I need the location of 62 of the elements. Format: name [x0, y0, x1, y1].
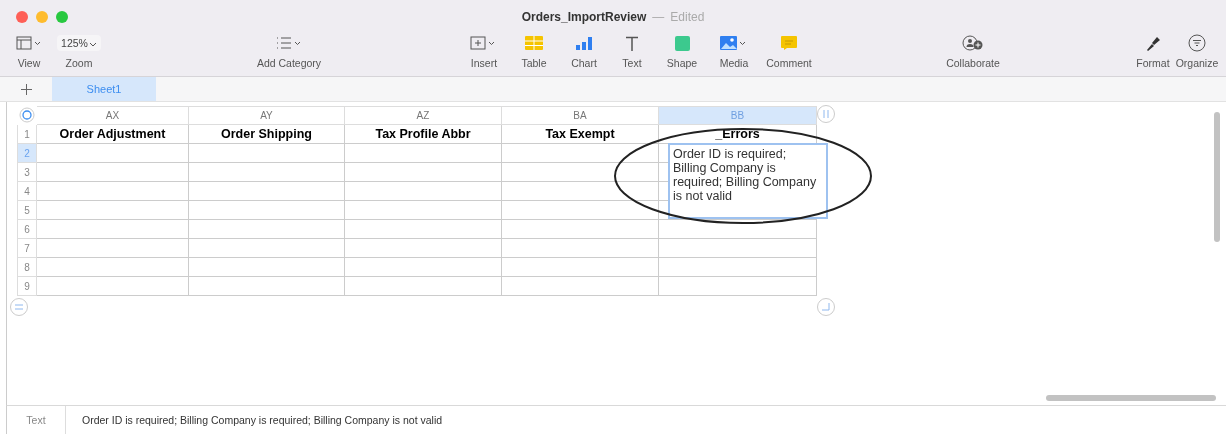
resize-table-button[interactable]	[817, 298, 835, 316]
row-number[interactable]: 7	[17, 239, 37, 258]
shape-button[interactable]: Shape	[660, 34, 704, 69]
organize-button[interactable]: Organize	[1174, 34, 1220, 69]
column-header: Tax Profile Abbr	[345, 125, 502, 144]
column-header: Tax Exempt	[502, 125, 659, 144]
image-icon	[720, 36, 748, 50]
category-button[interactable]: Add Category	[244, 34, 334, 69]
close-button[interactable]	[16, 11, 28, 23]
bar-chart-icon	[575, 36, 593, 50]
corner-icon	[822, 303, 830, 311]
sheet-tab[interactable]: Sheet1	[52, 77, 156, 101]
comment-button[interactable]: Comment	[764, 34, 814, 69]
row-number[interactable]: 6	[17, 220, 37, 239]
minimize-button[interactable]	[36, 11, 48, 23]
row-number[interactable]: 4	[17, 182, 37, 201]
filter-icon	[1188, 34, 1206, 52]
pause-icon	[823, 110, 829, 118]
text-button[interactable]: Text	[614, 34, 650, 69]
list-icon	[275, 36, 303, 50]
cell-editor[interactable]: Order ID is required; Billing Company is required; Billing Company is not valid	[668, 143, 828, 219]
comment-icon	[781, 36, 797, 50]
column-letter[interactable]: AZ	[345, 106, 502, 125]
square-icon	[674, 35, 690, 51]
horizontal-scrollbar[interactable]	[1046, 395, 1216, 401]
vertical-scrollbar[interactable]	[1214, 112, 1220, 242]
insert-button[interactable]: Insert	[464, 34, 504, 69]
table-icon	[525, 36, 543, 50]
paintbrush-icon	[1145, 35, 1161, 51]
row-number[interactable]: 3	[17, 163, 37, 182]
column-header: Order Shipping	[189, 125, 345, 144]
column-letter[interactable]: BA	[502, 106, 659, 125]
cell-contents-text: Order ID is required; Billing Company is required; Billing Company is not valid	[81, 414, 443, 426]
zoom-button[interactable]: 125% Zoom	[54, 34, 104, 69]
person-add-icon	[962, 35, 984, 51]
column-header: Order Adjustment	[37, 125, 189, 144]
sidebar-icon	[16, 36, 42, 50]
window-title: Orders_ImportReview	[521, 10, 647, 24]
text-icon	[625, 35, 639, 51]
row-number[interactable]: 9	[17, 277, 37, 296]
status-label: Text	[7, 406, 66, 434]
chart-button[interactable]: Chart	[564, 34, 604, 69]
column-letter[interactable]: AX	[37, 106, 189, 125]
media-button[interactable]: Media	[714, 34, 754, 69]
column-letter[interactable]: AY	[189, 106, 345, 125]
add-column-button[interactable]	[817, 105, 835, 123]
collaborate-button[interactable]: Collaborate	[933, 34, 1013, 69]
row-number[interactable]: 5	[17, 201, 37, 220]
row-number[interactable]: 1	[17, 125, 37, 144]
view-button[interactable]: View	[14, 34, 44, 69]
format-button[interactable]: Format	[1132, 34, 1174, 69]
zoom-button[interactable]	[56, 11, 68, 23]
table-handle-icon[interactable]	[19, 106, 35, 123]
zoom-value: 125%	[57, 35, 101, 51]
plus-icon	[20, 83, 32, 95]
title-separator: —	[652, 10, 665, 24]
equals-icon	[15, 304, 23, 310]
table-button[interactable]: Table	[514, 34, 554, 69]
add-row-button[interactable]	[10, 298, 28, 316]
row-number[interactable]: 8	[17, 258, 37, 277]
edited-status: Edited	[670, 10, 705, 24]
chevron-down-icon	[88, 42, 97, 47]
